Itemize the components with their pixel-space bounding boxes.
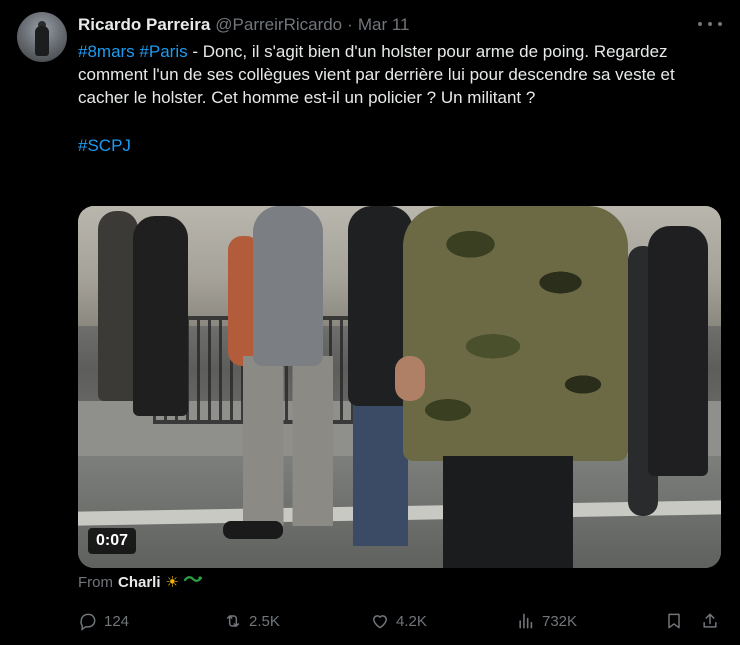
more-dot <box>708 22 712 26</box>
like-count: 4.2K <box>396 612 427 630</box>
video-person <box>133 216 188 416</box>
video-camo-pants <box>443 456 573 568</box>
sun-icon: ☀ <box>165 574 179 591</box>
lizard-icon <box>183 573 203 591</box>
author-handle[interactable]: @ParreirRicardo <box>215 15 342 35</box>
header-separator: · <box>347 15 353 34</box>
video-person <box>98 211 138 401</box>
video-person-legs <box>353 396 408 546</box>
video-person-body <box>253 206 323 366</box>
reply-button[interactable]: 124 <box>78 606 129 636</box>
like-button[interactable]: 4.2K <box>370 606 427 636</box>
bookmark-button[interactable] <box>664 606 684 636</box>
video-camo-jacket <box>403 206 628 461</box>
share-button[interactable] <box>700 606 720 636</box>
tweet-hashtag-line: #SCPJ <box>78 134 718 157</box>
hashtag-paris[interactable]: #Paris <box>139 42 187 61</box>
tweet-text: #8mars #Paris - Donc, il s'agit bien d'u… <box>78 40 718 157</box>
repost-button[interactable]: 2.5K <box>223 606 280 636</box>
video-person-camo <box>395 206 628 568</box>
tweet-body: #8mars #Paris - Donc, il s'agit bien d'u… <box>78 40 718 109</box>
reply-icon <box>80 613 96 631</box>
from-name[interactable]: Charli <box>118 574 161 591</box>
video-person-shoe <box>223 521 283 539</box>
video-person-grey <box>223 206 338 546</box>
reply-count: 124 <box>104 612 130 630</box>
more-dot <box>698 22 702 26</box>
views-icon <box>519 613 533 629</box>
more-dot <box>718 22 722 26</box>
video-person <box>648 226 708 476</box>
like-icon <box>373 615 387 629</box>
video-timestamp: 0:07 <box>88 528 137 554</box>
media-attribution: From Charli ☀ <box>78 573 203 591</box>
video-hand <box>395 356 425 401</box>
from-label: From <box>78 573 113 591</box>
repost-count: 2.5K <box>249 612 280 630</box>
bookmark-icon <box>668 613 680 629</box>
avatar-figure <box>35 26 49 56</box>
more-icon[interactable] <box>698 14 722 34</box>
tweet-header: Ricardo Parreira @ParreirRicardo · Mar 1… <box>78 13 409 37</box>
video-player[interactable]: 0:07 <box>78 206 721 568</box>
views-count: 732K <box>542 612 578 630</box>
hashtag-8mars[interactable]: #8mars <box>78 42 135 61</box>
video-person-legs <box>243 356 333 526</box>
hashtag-scpj[interactable]: #SCPJ <box>78 136 131 155</box>
author-name[interactable]: Ricardo Parreira <box>78 15 210 35</box>
views-button[interactable]: 732K <box>516 606 577 636</box>
repost-icon <box>226 615 240 627</box>
share-icon <box>703 613 717 628</box>
tweet-actions: 124 2.5K 4.2K 732K <box>78 606 721 636</box>
author-avatar[interactable] <box>17 12 67 62</box>
tweet-date[interactable]: Mar 11 <box>358 15 410 35</box>
